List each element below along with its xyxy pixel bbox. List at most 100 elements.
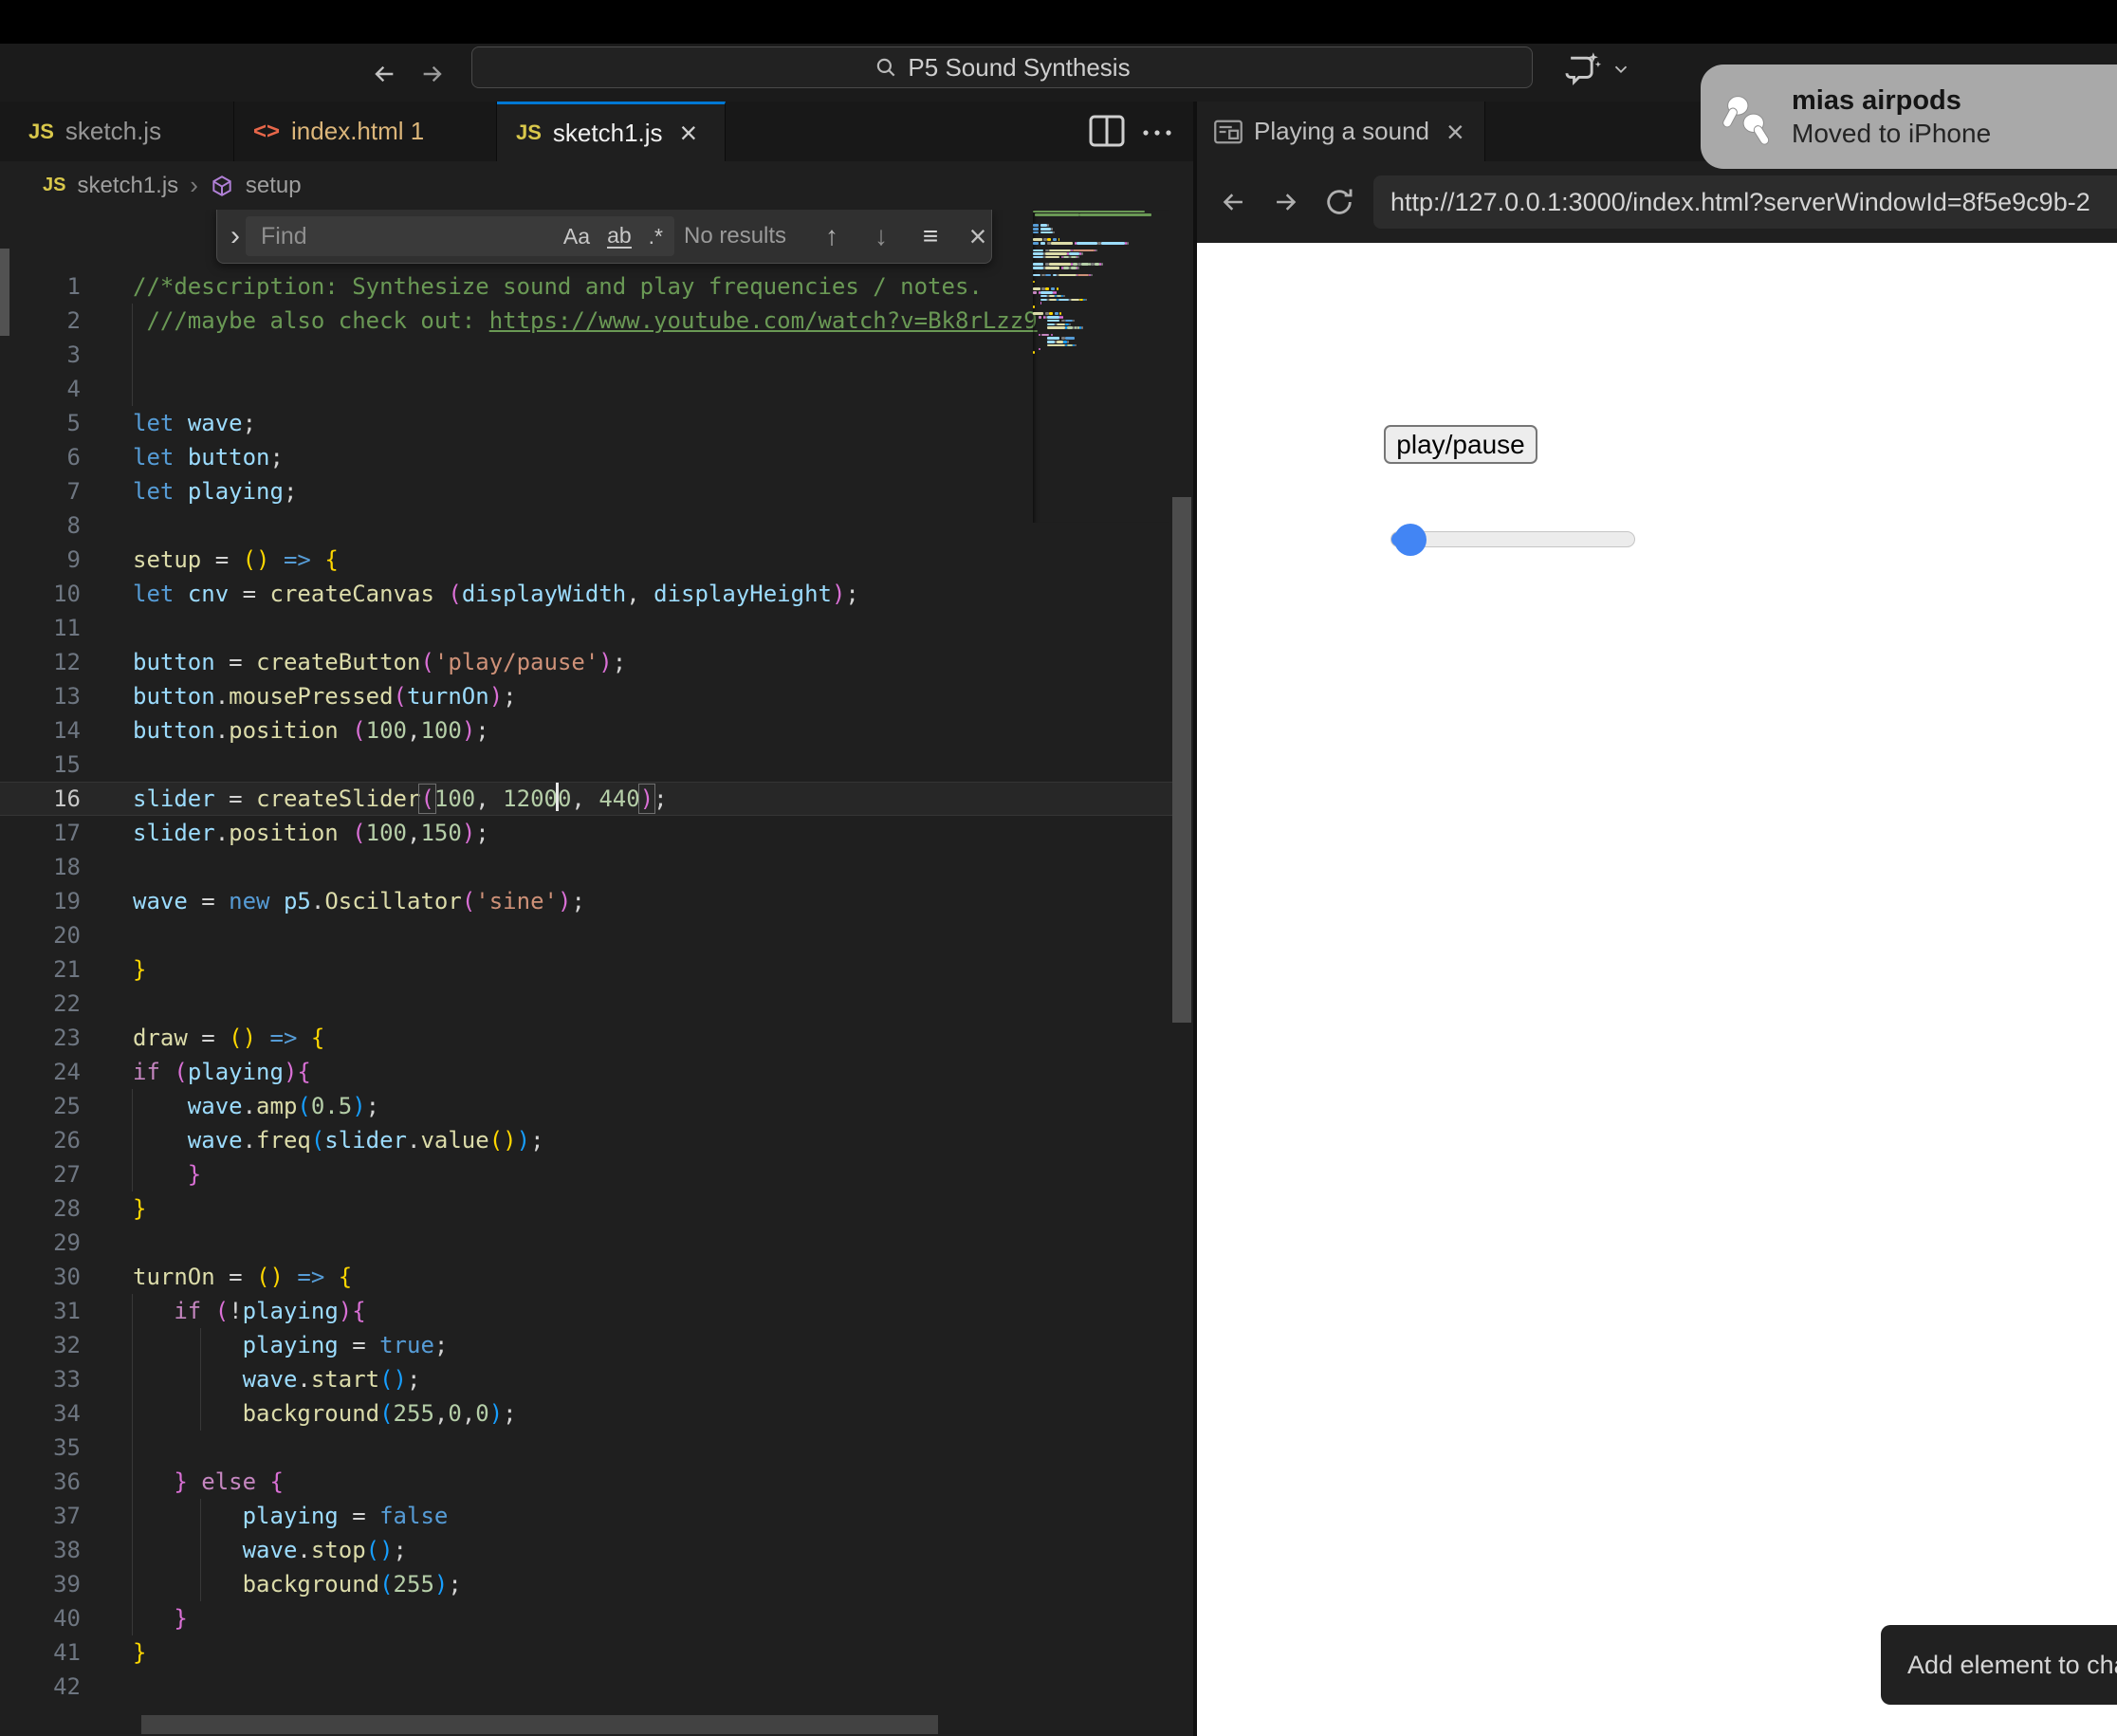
code-line-12[interactable]: 12button = createButton('play/pause'); [0, 645, 1174, 679]
line-number: 4 [0, 372, 81, 406]
play-pause-button[interactable]: play/pause [1384, 425, 1537, 464]
copilot-chat-button[interactable] [1561, 49, 1631, 89]
code-line-34[interactable]: 34 background(255,0,0); [0, 1396, 1174, 1431]
tab-label: Playing a sound [1254, 117, 1429, 146]
code-line-10[interactable]: 10let cnv = createCanvas (displayWidth, … [0, 577, 1174, 611]
tab-label: sketch.js [65, 117, 161, 146]
find-results-count: No results [684, 210, 786, 263]
regex-icon[interactable]: .* [649, 224, 663, 249]
code-lines[interactable]: 1//*description: Synthesize sound and pl… [0, 269, 1174, 1704]
code-line-30[interactable]: 30turnOn = () => { [0, 1260, 1174, 1294]
javascript-file-icon: JS [516, 120, 542, 145]
close-icon[interactable]: × [680, 119, 698, 147]
code-line-22[interactable]: 22 [0, 987, 1174, 1021]
close-icon[interactable]: × [1446, 118, 1464, 146]
breadcrumb-file[interactable]: sketch1.js [77, 173, 178, 199]
previous-match-button[interactable]: ↑ [813, 210, 851, 263]
browser-forward-button[interactable] [1260, 175, 1313, 229]
code-line-33[interactable]: 33 wave.start(); [0, 1362, 1174, 1396]
code-line-31[interactable]: 31 if (!playing){ [0, 1294, 1174, 1328]
code-line-14[interactable]: 14button.position (100,100); [0, 713, 1174, 748]
line-number: 1 [0, 269, 81, 304]
code-line-28[interactable]: 28} [0, 1191, 1174, 1226]
code-line-15[interactable]: 15 [0, 748, 1174, 782]
code-line-27[interactable]: 27 } [0, 1157, 1174, 1191]
code-line-40[interactable]: 40 } [0, 1601, 1174, 1635]
history-forward-button[interactable] [414, 55, 451, 93]
breadcrumb: JS sketch1.js › setup [0, 161, 1193, 210]
code-line-39[interactable]: 39 background(255); [0, 1567, 1174, 1601]
code-line-38[interactable]: 38 wave.stop(); [0, 1533, 1174, 1567]
browser-nav-bar: http://127.0.0.1:3000/index.html?serverW… [1197, 161, 2117, 243]
frequency-slider[interactable] [1390, 531, 1635, 547]
vertical-scrollbar[interactable] [1172, 497, 1191, 1023]
chevron-down-icon [1611, 59, 1631, 80]
code-text: if (playing){ [133, 1055, 311, 1089]
code-line-13[interactable]: 13button.mousePressed(turnOn); [0, 679, 1174, 713]
code-line-17[interactable]: 17slider.position (100,150); [0, 816, 1174, 850]
code-line-2[interactable]: 2 ///maybe also check out: https://www.y… [0, 304, 1174, 338]
code-line-6[interactable]: 6let button; [0, 440, 1174, 474]
code-text: ///maybe also check out: https://www.you… [133, 304, 1038, 338]
line-number: 32 [0, 1328, 81, 1362]
code-line-4[interactable]: 4 [0, 372, 1174, 406]
code-line-8[interactable]: 8 [0, 508, 1174, 543]
code-line-24[interactable]: 24if (playing){ [0, 1055, 1174, 1089]
code-line-23[interactable]: 23draw = () => { [0, 1021, 1174, 1055]
code-line-20[interactable]: 20 [0, 918, 1174, 952]
whole-word-icon[interactable]: ab [607, 224, 632, 249]
minimap[interactable] [1033, 210, 1169, 523]
add-element-to-chat-button[interactable]: Add element to chat [1881, 1625, 2117, 1705]
code-text: } [133, 1601, 188, 1635]
code-line-7[interactable]: 7let playing; [0, 474, 1174, 508]
url-bar[interactable]: http://127.0.0.1:3000/index.html?serverW… [1373, 175, 2117, 229]
match-case-icon[interactable]: Aa [563, 224, 590, 249]
slider-thumb[interactable] [1394, 524, 1427, 556]
code-line-9[interactable]: 9setup = () => { [0, 543, 1174, 577]
code-line-18[interactable]: 18 [0, 850, 1174, 884]
code-text: } [133, 952, 146, 987]
code-line-1[interactable]: 1//*description: Synthesize sound and pl… [0, 269, 1174, 304]
code-text: } [133, 1635, 146, 1670]
search-placeholder: P5 Sound Synthesis [908, 53, 1130, 83]
code-line-26[interactable]: 26 wave.freq(slider.value()); [0, 1123, 1174, 1157]
airpods-notification[interactable]: mias airpods Moved to iPhone [1701, 65, 2117, 169]
code-line-3[interactable]: 3 [0, 338, 1174, 372]
code-line-42[interactable]: 42 [0, 1670, 1174, 1704]
tab-playing-a-sound[interactable]: Playing a sound × [1197, 102, 1485, 161]
code-line-5[interactable]: 5let wave; [0, 406, 1174, 440]
more-actions-button[interactable] [1140, 126, 1174, 143]
line-number: 14 [0, 713, 81, 748]
find-in-selection-button[interactable]: ≡ [911, 210, 949, 263]
code-line-32[interactable]: 32 playing = true; [0, 1328, 1174, 1362]
code-line-21[interactable]: 21} [0, 952, 1174, 987]
find-expand-chevron[interactable]: › [223, 210, 248, 263]
code-line-16[interactable]: 16slider = createSlider(100, 12000, 440)… [0, 782, 1174, 816]
tab-sketch1-js[interactable]: JS sketch1.js × [497, 102, 726, 161]
airpods-icon [1701, 87, 1792, 146]
code-line-35[interactable]: 35 [0, 1431, 1174, 1465]
code-line-25[interactable]: 25 wave.amp(0.5); [0, 1089, 1174, 1123]
tab-index-html[interactable]: <> index.html 1 [234, 102, 497, 161]
close-find-button[interactable]: × [959, 210, 997, 263]
command-center-search[interactable]: P5 Sound Synthesis [471, 46, 1533, 88]
code-text: let cnv = createCanvas (displayWidth, di… [133, 577, 859, 611]
find-input[interactable]: Find Aa ab .* [246, 216, 674, 256]
breadcrumb-symbol[interactable]: setup [246, 173, 302, 199]
code-line-41[interactable]: 41} [0, 1635, 1174, 1670]
code-editor[interactable]: 1//*description: Synthesize sound and pl… [0, 210, 1193, 1736]
next-match-button[interactable]: ↓ [862, 210, 900, 263]
code-line-19[interactable]: 19wave = new p5.Oscillator('sine'); [0, 884, 1174, 918]
code-line-29[interactable]: 29 [0, 1226, 1174, 1260]
horizontal-scrollbar[interactable] [141, 1715, 938, 1734]
tab-sketch-js[interactable]: JS sketch.js [9, 102, 234, 161]
code-text: draw = () => { [133, 1021, 324, 1055]
code-line-11[interactable]: 11 [0, 611, 1174, 645]
code-line-36[interactable]: 36 } else { [0, 1465, 1174, 1499]
split-editor-button[interactable] [1089, 115, 1125, 152]
browser-back-button[interactable] [1206, 175, 1260, 229]
code-line-37[interactable]: 37 playing = false [0, 1499, 1174, 1533]
line-number: 25 [0, 1089, 81, 1123]
browser-reload-button[interactable] [1313, 175, 1366, 229]
history-back-button[interactable] [365, 55, 403, 93]
